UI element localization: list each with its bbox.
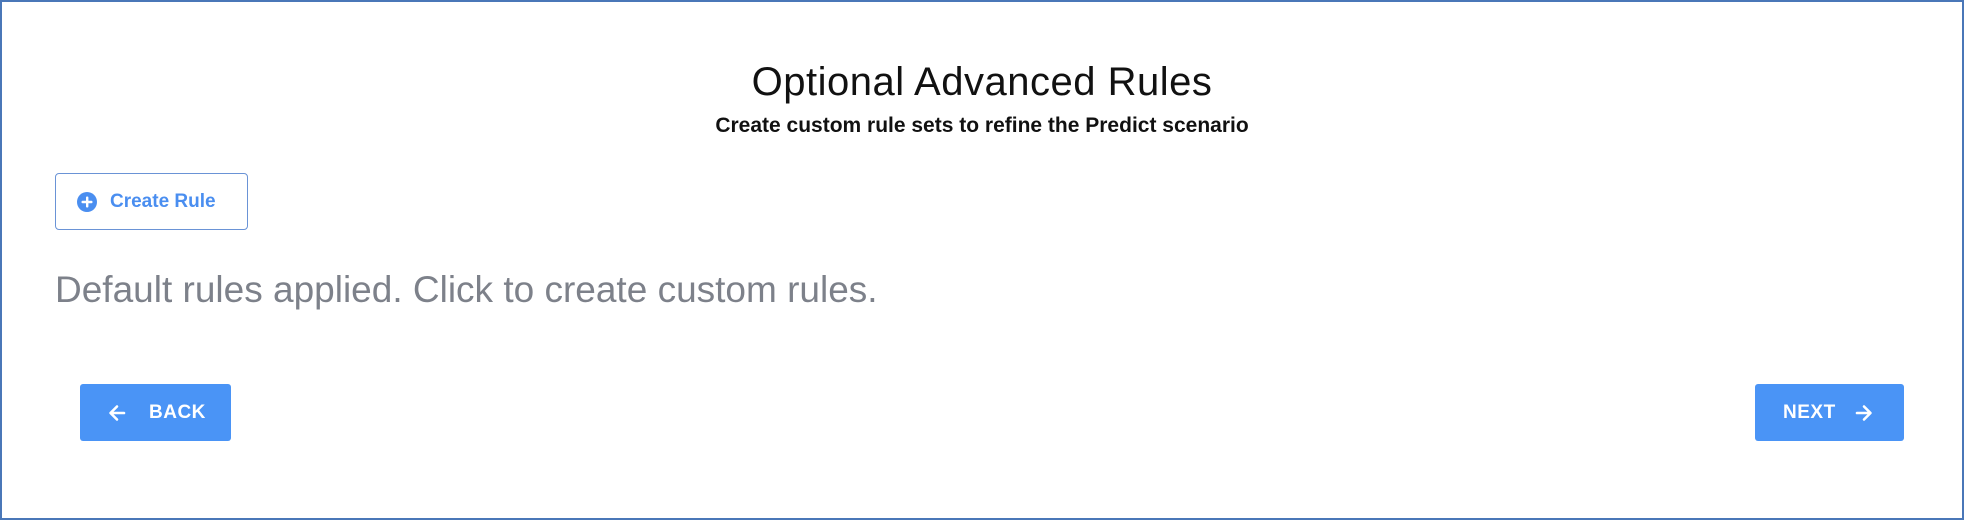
- page-title: Optional Advanced Rules: [751, 60, 1213, 104]
- create-rule-label: Create Rule: [110, 190, 216, 212]
- back-button[interactable]: BACK: [80, 384, 231, 441]
- page-frame: Optional Advanced Rules Create custom ru…: [0, 0, 1964, 520]
- next-label: NEXT: [1783, 401, 1836, 423]
- create-rule-button[interactable]: Create Rule: [55, 173, 248, 230]
- default-rules-message: Default rules applied. Click to create c…: [55, 269, 878, 310]
- arrow-right-icon: [1854, 403, 1874, 423]
- next-button[interactable]: NEXT: [1755, 384, 1904, 441]
- plus-circle-icon: [76, 191, 98, 213]
- page-subtitle: Create custom rule sets to refine the Pr…: [715, 114, 1249, 137]
- arrow-left-icon: [107, 403, 127, 423]
- back-label: BACK: [149, 401, 206, 423]
